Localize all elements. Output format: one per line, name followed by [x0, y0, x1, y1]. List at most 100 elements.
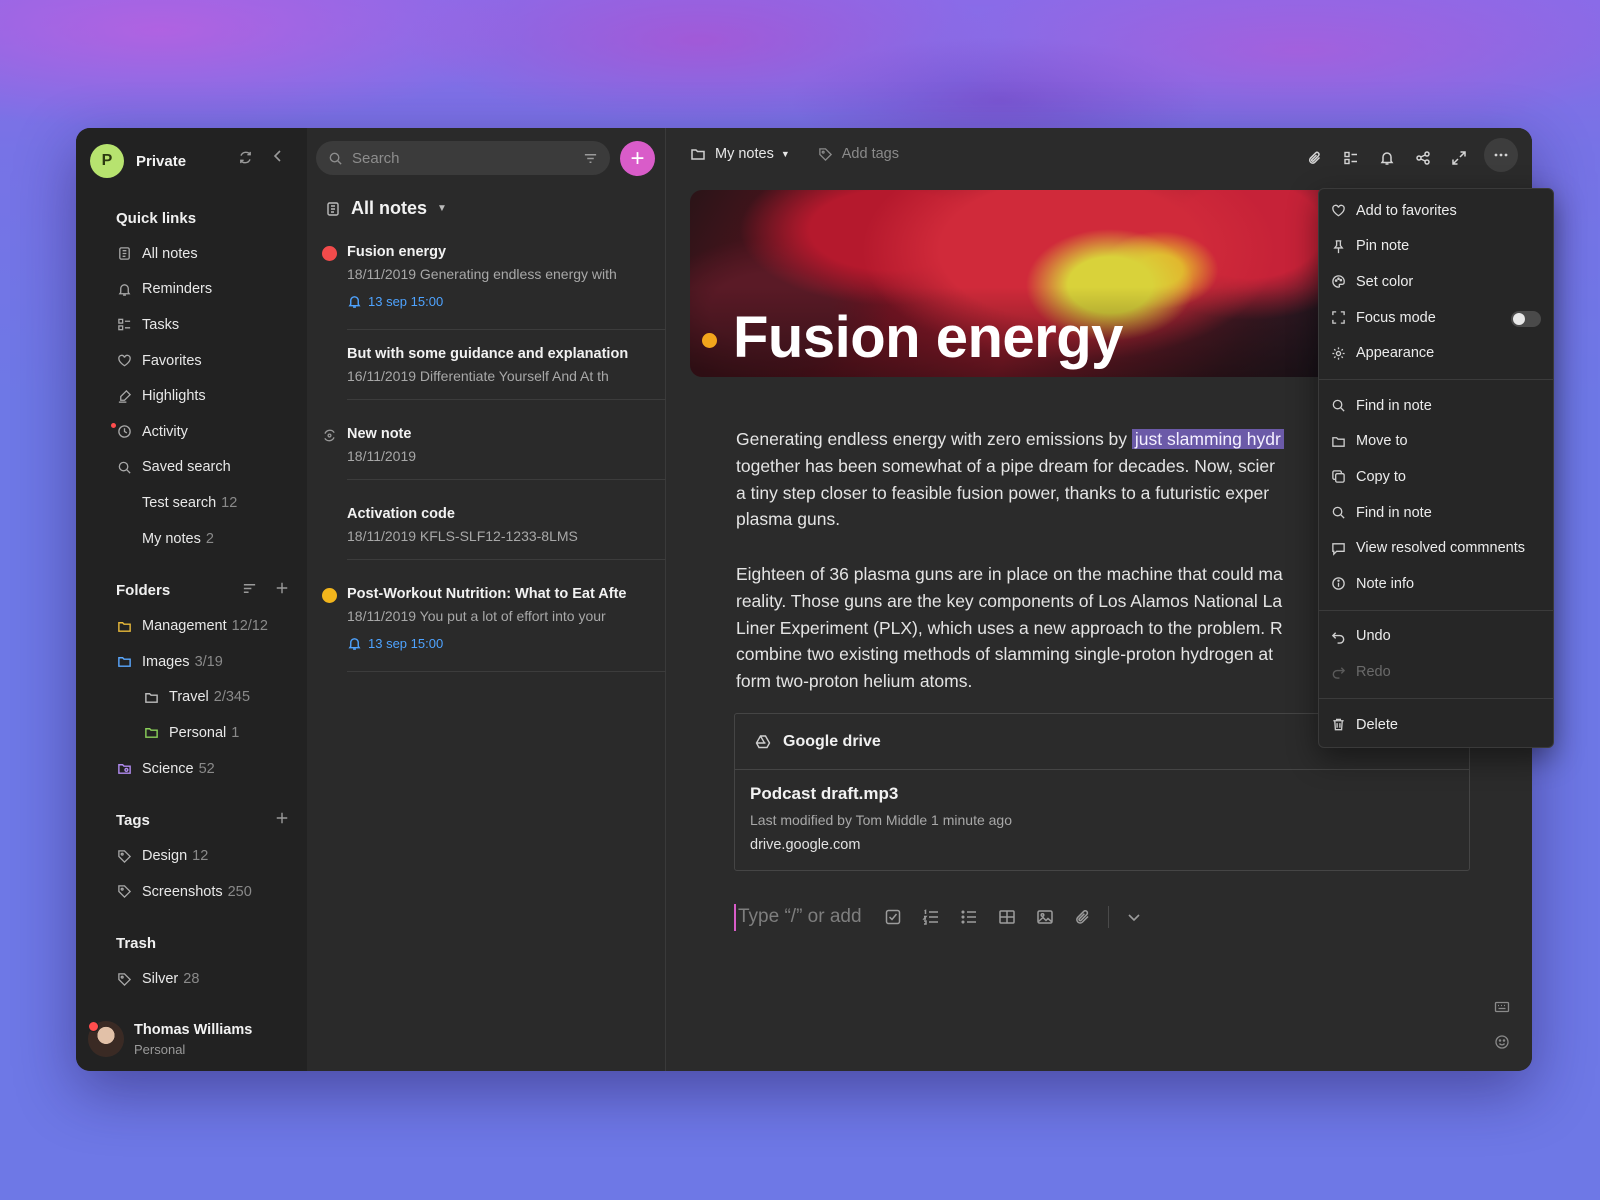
list-item[interactable]: Activation code 18/11/2019 KFLS-SLF12-12…	[307, 506, 666, 578]
attachment-icon[interactable]	[1064, 902, 1102, 932]
emoji-icon[interactable]	[1494, 1034, 1510, 1050]
divider	[347, 559, 666, 560]
user-plan: Personal	[134, 1041, 186, 1057]
menu-item-label: Find in note	[1356, 397, 1432, 414]
note-reminder: 13 sep 15:00	[347, 636, 443, 651]
menu-item-label: View resolved commnents	[1356, 540, 1525, 557]
sidebar-item-label: Tasks	[142, 316, 180, 333]
note-title[interactable]: Fusion energy	[733, 304, 1123, 371]
sort-icon[interactable]	[242, 581, 257, 601]
tasks-icon	[116, 317, 132, 333]
info-icon	[1330, 576, 1346, 592]
sidebar-item-favorites[interactable]: Favorites	[76, 343, 307, 379]
sidebar-item-highlights[interactable]: Highlights	[76, 378, 307, 414]
expand-icon[interactable]	[1448, 147, 1470, 169]
user-profile[interactable]: Thomas Williams Personal	[88, 1021, 252, 1057]
menu-item-note-info[interactable]: Note info	[1319, 566, 1553, 602]
block-composer[interactable]: Type “/” or add	[734, 902, 1153, 932]
google-drive-icon	[755, 734, 771, 748]
attachment-icon[interactable]	[1304, 147, 1326, 169]
breadcrumb[interactable]: My notes ▼	[690, 146, 790, 162]
add-tags-button[interactable]: Add tags	[818, 146, 899, 162]
image-icon[interactable]	[1026, 902, 1064, 932]
filter-icon[interactable]	[583, 151, 598, 169]
tag-item[interactable]: Design 12	[76, 838, 307, 874]
sync-icon[interactable]	[238, 150, 253, 169]
folder-icon	[1330, 433, 1346, 449]
folder-item[interactable]: Personal 1	[76, 715, 307, 751]
note-paragraph[interactable]: Eighteen of 36 plasma guns are in place …	[736, 561, 1356, 695]
list-item[interactable]: Fusion energy 18/11/2019 Generating endl…	[307, 238, 666, 330]
menu-item-label: Delete	[1356, 716, 1398, 733]
menu-item-focus-mode[interactable]: Focus mode	[1319, 300, 1553, 336]
file-url[interactable]: drive.google.com	[750, 837, 1469, 853]
shared-icon	[322, 428, 337, 443]
folder-item[interactable]: Science 52	[76, 751, 307, 787]
heart-icon	[1330, 203, 1346, 219]
checkbox-icon[interactable]	[874, 902, 912, 932]
focus-mode-toggle[interactable]	[1511, 310, 1541, 327]
sidebar-item-activity[interactable]: Activity	[76, 414, 307, 450]
folder-count: 1	[231, 724, 240, 741]
bullet-list-icon[interactable]	[950, 902, 988, 932]
saved-search-item[interactable]: My notes 2	[76, 521, 307, 557]
bell-icon[interactable]	[1376, 147, 1398, 169]
user-name: Thomas Williams	[134, 1021, 253, 1038]
numbered-list-icon[interactable]	[912, 902, 950, 932]
new-note-button[interactable]: +	[620, 141, 655, 176]
more-options-button[interactable]	[1484, 138, 1518, 172]
menu-item-delete[interactable]: Delete	[1319, 707, 1553, 743]
sidebar-item-reminders[interactable]: Reminders	[76, 272, 307, 308]
toolbar-divider	[1107, 906, 1109, 928]
trash-title[interactable]: Trash	[76, 926, 307, 962]
heart-icon	[116, 353, 132, 369]
share-icon[interactable]	[1412, 147, 1434, 169]
menu-item-view-resolved-comments[interactable]: View resolved commnents	[1319, 530, 1553, 566]
menu-item-find-in-note[interactable]: Find in note	[1319, 495, 1553, 531]
menu-item-pin-note[interactable]: Pin note	[1319, 229, 1553, 265]
tag-count: 12	[192, 848, 209, 865]
menu-item-set-color[interactable]: Set color	[1319, 264, 1553, 300]
keyboard-icon[interactable]	[1494, 999, 1510, 1015]
avatar	[88, 1021, 124, 1057]
notes-list-header[interactable]: All notes ▼	[325, 198, 447, 219]
folder-item[interactable]: Management 12/12	[76, 608, 307, 644]
tasks-icon[interactable]	[1340, 147, 1362, 169]
add-tag-icon[interactable]	[275, 811, 289, 830]
list-item[interactable]: But with some guidance and explanation 1…	[307, 346, 666, 418]
note-preview: 18/11/2019 KFLS-SLF12-1233-8LMS	[347, 528, 578, 544]
saved-search-item[interactable]: Test search 12	[76, 485, 307, 521]
folder-item[interactable]: Travel 2/345	[76, 680, 307, 716]
folder-item[interactable]: Images 3/19	[76, 644, 307, 680]
note-paragraph[interactable]: Generating endless energy with zero emis…	[736, 426, 1356, 533]
shared-folder-icon	[116, 761, 132, 777]
note-title: But with some guidance and explanation	[347, 346, 629, 362]
menu-item-appearance[interactable]: Appearance	[1319, 335, 1553, 371]
menu-item-move-to[interactable]: Move to	[1319, 424, 1553, 460]
sidebar-item-saved-search[interactable]: Saved search	[76, 450, 307, 486]
add-folder-icon[interactable]	[275, 581, 289, 601]
tag-item[interactable]: Screenshots 250	[76, 874, 307, 910]
composer-placeholder[interactable]: Type “/” or add	[738, 906, 862, 928]
trash-item[interactable]: Silver 28	[76, 962, 307, 998]
highlighted-text[interactable]: just slamming hydr	[1131, 429, 1284, 449]
list-item[interactable]: New note 18/11/2019	[307, 426, 666, 498]
menu-item-add-to-favorites[interactable]: Add to favorites	[1319, 193, 1553, 229]
note-preview: 18/11/2019	[347, 448, 417, 464]
chevron-down-icon[interactable]	[1115, 902, 1153, 932]
menu-item-undo[interactable]: Undo	[1319, 619, 1553, 655]
sidebar-item-tasks[interactable]: Tasks	[76, 307, 307, 343]
collapse-sidebar-icon[interactable]	[270, 148, 286, 169]
menu-item-find-in-note[interactable]: Find in note	[1319, 388, 1553, 424]
menu-item-copy-to[interactable]: Copy to	[1319, 459, 1553, 495]
menu-item-redo: Redo	[1319, 654, 1553, 690]
file-name[interactable]: Podcast draft.mp3	[750, 784, 1469, 804]
table-icon[interactable]	[988, 902, 1026, 932]
search-input[interactable]: Search	[316, 141, 610, 175]
sidebar-item-all-notes[interactable]: All notes	[76, 236, 307, 272]
menu-item-label: Find in note	[1356, 504, 1432, 521]
menu-item-label: Note info	[1356, 575, 1415, 592]
reminder-time: 13 sep 15:00	[368, 636, 444, 651]
list-item[interactable]: Post-Workout Nutrition: What to Eat Afte…	[307, 586, 666, 678]
color-marker	[702, 333, 717, 348]
